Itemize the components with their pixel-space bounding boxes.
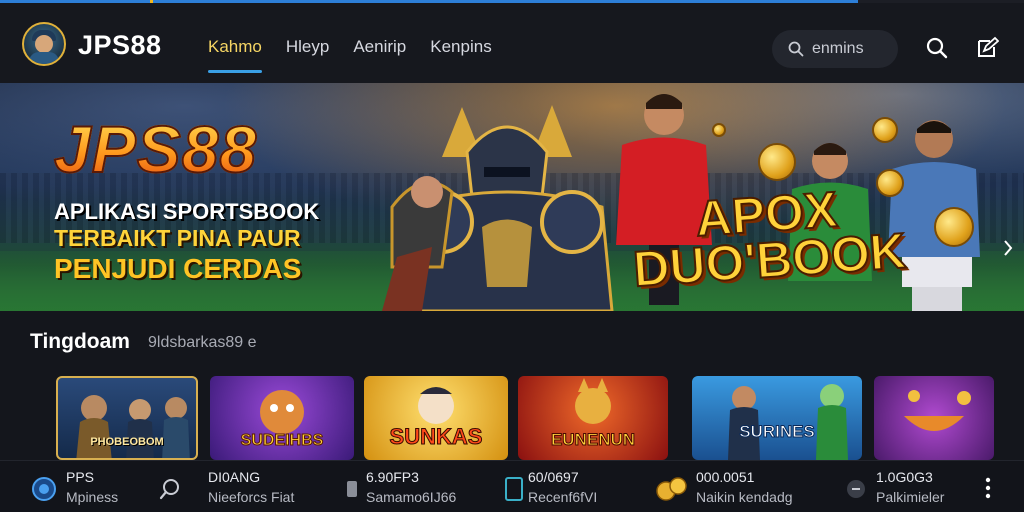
nav-item-aenirip[interactable]: Aenirip [353, 37, 406, 73]
bottom-item-value: 60/0697 [528, 469, 579, 485]
search-box[interactable] [772, 30, 898, 68]
game-art [904, 390, 971, 431]
bottom-item-news[interactable]: DI0ANG Nieeforcs Fiat [208, 467, 318, 509]
search-icon [926, 37, 948, 59]
game-card-6[interactable] [874, 376, 994, 460]
main-nav: Kahmo Hleyp Aenirip Kenpins [208, 37, 492, 73]
bottom-item-coins[interactable]: 000.0051 Naikin kendadg [654, 467, 824, 509]
bottom-item-caption: Nieeforcs Fiat [208, 489, 295, 505]
game-card-4[interactable]: EUNENUN [518, 376, 668, 460]
banner-tagline-2: TERBAIKT PINA PAUR [54, 225, 301, 251]
coin-icon [934, 207, 974, 247]
bottom-item-caption: Naikin kendadg [696, 489, 793, 505]
bottom-item-tablet[interactable]: 60/0697 Recenf6fVI [504, 467, 624, 509]
bottom-item-value: DI0ANG [208, 469, 261, 485]
banner-next-button[interactable] [998, 233, 1018, 263]
banner-tagline-1: APLIKASI SPORTSBOOK [54, 199, 320, 224]
phone-icon [344, 475, 360, 503]
bottom-item-caption: Mpiness [66, 489, 119, 505]
bottom-item-phone[interactable]: 6.90FP3 Samamo6IJ66 [344, 467, 472, 509]
globe-icon [30, 475, 58, 503]
game-card-label: SUDEIHBS [240, 432, 324, 450]
edit-button[interactable] [972, 33, 1002, 63]
bottom-item-caption: Palkimieler [876, 489, 945, 505]
header: JPS88 Kahmo Hleyp Aenirip Kenpins [0, 3, 1024, 83]
coin-icon [758, 143, 796, 181]
banner-title: JPS88 [53, 111, 258, 187]
search-icon [788, 41, 804, 57]
logo-avatar[interactable] [22, 22, 66, 66]
armored-hero-illustration [382, 105, 614, 311]
section-title: Tingdoam [30, 330, 130, 353]
more-vertical-icon [985, 477, 991, 499]
search-icon [156, 475, 184, 503]
nav-item-kenpins[interactable]: Kenpins [430, 37, 491, 73]
nav-item-hleyp[interactable]: Hleyp [286, 37, 329, 73]
chevron-right-icon [1004, 240, 1013, 256]
bottom-item-caption: Samamo6IJ66 [366, 489, 457, 505]
chat-icon [844, 475, 868, 503]
brand-name[interactable]: JPS88 [78, 30, 162, 61]
game-card-label: SUNKAS [389, 424, 483, 450]
coin-icon [712, 123, 726, 137]
search-button[interactable] [922, 33, 952, 63]
game-card-label: PHOBEOBOM [90, 436, 164, 448]
bottom-search-button[interactable] [156, 467, 186, 509]
hero-banner[interactable]: JPS88 APLIKASI SPORTSBOOK TERBAIKT PINA … [0, 83, 1024, 311]
game-art [728, 384, 848, 460]
game-card-3[interactable]: SUNKAS [364, 376, 508, 460]
more-menu-button[interactable] [978, 474, 998, 502]
bottom-item-value: 6.90FP3 [366, 469, 419, 485]
tablet-icon [504, 475, 524, 503]
coin-icon [872, 117, 898, 143]
section-subtitle: 9ldsbarkas89 e [148, 334, 257, 351]
bottom-item-chat[interactable]: 1.0G0G3 Palkimieler [844, 467, 964, 509]
game-card-2[interactable]: SUDEIHBS [210, 376, 354, 460]
game-card-1[interactable]: PHOBEOBOM [56, 376, 198, 460]
game-card-label: EUNENUN [550, 430, 636, 450]
coins-icon [654, 475, 690, 503]
game-carousel: PHOBEOBOM SUDEIHBS SUNKAS EUNENUN SURINE… [30, 376, 1024, 460]
banner-promo-title: APOX DUO'BOOK [630, 180, 908, 298]
edit-icon [978, 36, 999, 57]
bottom-bar: PPS Mpiness DI0ANG Nieeforcs Fiat 6.90FP… [0, 460, 1024, 512]
bottom-item-pps[interactable]: PPS Mpiness [30, 467, 140, 509]
bottom-item-value: 000.0051 [696, 469, 755, 485]
game-card-5[interactable]: SURINES [692, 376, 862, 460]
banner-tagline-3: PENJUDI CERDAS [54, 253, 302, 284]
bottom-item-caption: Recenf6fVI [528, 489, 598, 505]
nav-item-kahmo[interactable]: Kahmo [208, 37, 262, 73]
bottom-item-value: 1.0G0G3 [876, 469, 933, 485]
search-input[interactable] [812, 40, 896, 58]
bottom-item-value: PPS [66, 469, 95, 485]
game-card-label: SURINES [739, 422, 816, 442]
